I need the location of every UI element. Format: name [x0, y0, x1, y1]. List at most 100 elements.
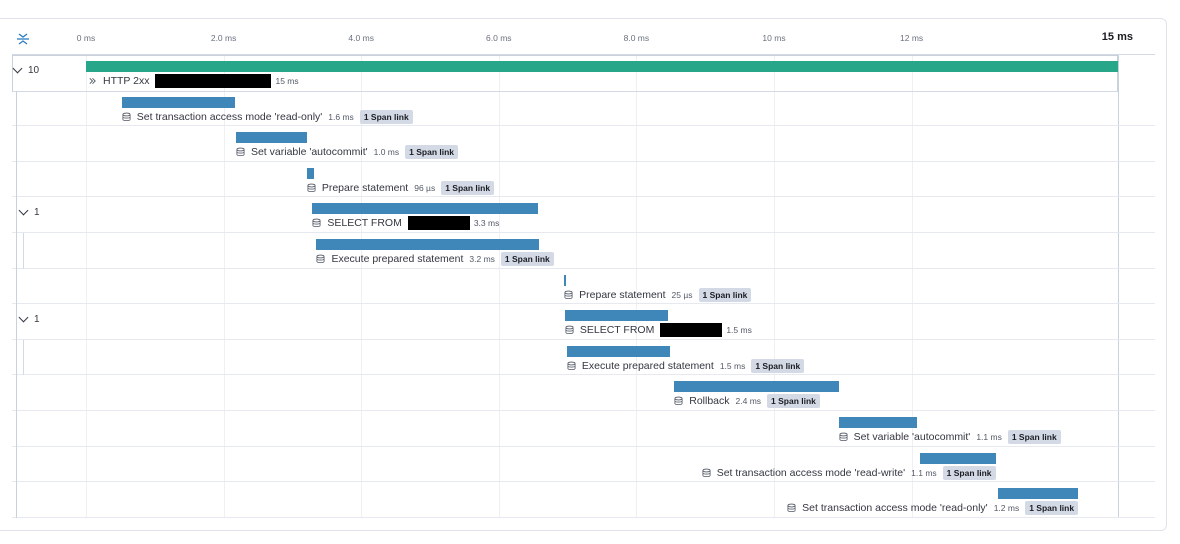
- span-row[interactable]: [12, 375, 1155, 411]
- span-name: Set transaction access mode 'read-only': [136, 110, 323, 123]
- span-label[interactable]: Execute prepared statement 1.5 ms 1 Span l…: [567, 358, 805, 373]
- span-name: Prepare statement: [321, 181, 409, 194]
- span-link-badge[interactable]: 1 Span link: [942, 465, 996, 480]
- redacted-block: [155, 74, 272, 88]
- expand-toggle[interactable]: 10: [12, 63, 40, 76]
- database-icon: [702, 468, 711, 477]
- database-icon: [312, 219, 321, 228]
- span-bar[interactable]: [312, 203, 538, 215]
- span-link-badge[interactable]: 1 Span link: [359, 109, 413, 124]
- trace-waterfall: 0 ms 2.0 ms 4.0 ms 6.0 ms 8.0 ms 10 ms 12 ms 15…: [0, 0, 1180, 544]
- span-link-badge[interactable]: 1 Span link: [500, 252, 554, 266]
- span-bar[interactable]: [316, 239, 540, 250]
- span-bar[interactable]: [306, 167, 314, 179]
- span-label[interactable]: SELECT FROM 1.5 ms: [565, 323, 758, 338]
- redacted-block: [660, 323, 723, 338]
- span-name: Execute prepared statement: [331, 253, 464, 265]
- span-row[interactable]: [12, 197, 1155, 233]
- axis-end-label: 15 ms: [1101, 31, 1133, 43]
- database-icon: [122, 112, 131, 121]
- axis-tick-label: 4.0 ms: [348, 33, 374, 43]
- span-label[interactable]: Set variable 'autocommit' 1.1 ms 1 Span li…: [839, 430, 1061, 444]
- span-bar[interactable]: [121, 96, 236, 108]
- span-row[interactable]: [12, 162, 1155, 198]
- span-bar[interactable]: [566, 345, 671, 357]
- span-name: Set transaction access mode 'read-only': [802, 502, 988, 515]
- span-duration: 1.1 ms: [911, 467, 937, 478]
- span-name: Set variable 'autocommit': [250, 146, 368, 159]
- span-duration: 1.1 ms: [976, 432, 1002, 442]
- span-row[interactable]: [12, 126, 1155, 162]
- span-name: Set transaction access mode 'read-write': [716, 466, 906, 479]
- axis-tick-label: 0 ms: [76, 33, 96, 43]
- span-label[interactable]: Prepare statement 25 µs 1 Span link: [564, 287, 752, 302]
- span-label[interactable]: Prepare statement 96 µs 1 Span link: [307, 180, 495, 195]
- database-icon: [787, 503, 796, 513]
- span-duration: 2.4 ms: [735, 396, 762, 407]
- span-link-badge[interactable]: 1 Span link: [405, 145, 459, 160]
- database-icon: [674, 397, 683, 406]
- span-name: SELECT FROM: [327, 217, 402, 230]
- span-bar[interactable]: [564, 274, 567, 286]
- child-count: 1: [34, 314, 40, 326]
- child-count: 1: [34, 207, 40, 219]
- span-label[interactable]: Set transaction access mode 'read-only' 1…: [122, 109, 413, 124]
- span-link-badge[interactable]: 1 Span link: [751, 358, 805, 373]
- axis-tick-label: 8.0 ms: [623, 33, 650, 43]
- span-duration: 25 µs: [671, 289, 693, 300]
- tree-guide-line: [16, 90, 17, 518]
- span-name: Prepare statement: [579, 288, 666, 301]
- redacted-block: [407, 216, 470, 231]
- span-row[interactable]: [12, 233, 1155, 269]
- span-link-badge[interactable]: 1 Span link: [767, 394, 820, 409]
- span-label[interactable]: Set variable 'autocommit' 1.0 ms 1 Span li…: [236, 145, 459, 160]
- span-link-badge[interactable]: 1 Span link: [698, 287, 752, 302]
- collapse-all-icon[interactable]: [15, 31, 31, 47]
- axis-tick-label: 6.0 ms: [486, 33, 512, 43]
- database-icon: [567, 361, 576, 370]
- span-bar[interactable]: [997, 488, 1079, 500]
- chevron-down-icon: [18, 312, 29, 323]
- span-name: Set variable 'autocommit': [853, 431, 971, 443]
- span-label[interactable]: Rollback 2.4 ms 1 Span link: [674, 394, 820, 409]
- span-duration: 1.6 ms: [328, 111, 354, 122]
- transaction-bar[interactable]: [86, 61, 1118, 72]
- span-label[interactable]: SELECT FROM 3.3 ms: [312, 216, 505, 231]
- span-bar[interactable]: [235, 132, 307, 144]
- span-name: SELECT FROM: [579, 324, 655, 337]
- span-duration: 96 µs: [414, 182, 436, 193]
- span-bar[interactable]: [838, 417, 918, 428]
- span-duration: 1.5 ms: [726, 325, 752, 336]
- database-icon: [564, 290, 573, 299]
- expand-toggle[interactable]: 1: [18, 312, 40, 326]
- chevron-down-icon: [12, 63, 23, 74]
- expand-toggle[interactable]: 1: [18, 205, 40, 219]
- database-icon: [236, 147, 245, 157]
- chevron-down-icon: [18, 205, 29, 216]
- span-bar[interactable]: [674, 381, 839, 393]
- span-label[interactable]: HTTP 2xx 15 ms: [88, 74, 305, 88]
- span-name: HTTP 2xx: [103, 75, 150, 87]
- span-link-badge[interactable]: 1 Span link: [1025, 501, 1079, 516]
- span-duration: 1.2 ms: [993, 503, 1020, 514]
- span-bar[interactable]: [564, 310, 669, 322]
- axis-tick-label: 12 ms: [900, 33, 924, 43]
- span-name: Execute prepared statement: [581, 359, 714, 372]
- axis-tick-label: 10 ms: [762, 33, 786, 43]
- http-icon: [89, 77, 96, 85]
- span-duration: 3.2 ms: [469, 254, 495, 264]
- span-label[interactable]: Execute prepared statement 3.2 ms 1 Span l…: [316, 252, 554, 266]
- span-link-badge[interactable]: 1 Span link: [441, 180, 495, 195]
- span-label[interactable]: Set transaction access mode 'read-only' 1…: [787, 501, 1079, 516]
- span-duration: 1.5 ms: [719, 360, 746, 371]
- child-count: 10: [28, 65, 40, 76]
- span-duration: 1.0 ms: [373, 147, 400, 158]
- database-icon: [307, 183, 316, 192]
- span-duration: 3.3 ms: [473, 218, 500, 229]
- span-link-badge[interactable]: 1 Span link: [1007, 430, 1061, 444]
- span-duration: 15 ms: [275, 76, 299, 86]
- database-icon: [316, 254, 325, 264]
- tree-guide-line: [23, 339, 24, 376]
- span-bar[interactable]: [919, 452, 996, 464]
- span-label[interactable]: Set transaction access mode 'read-write'…: [702, 465, 996, 480]
